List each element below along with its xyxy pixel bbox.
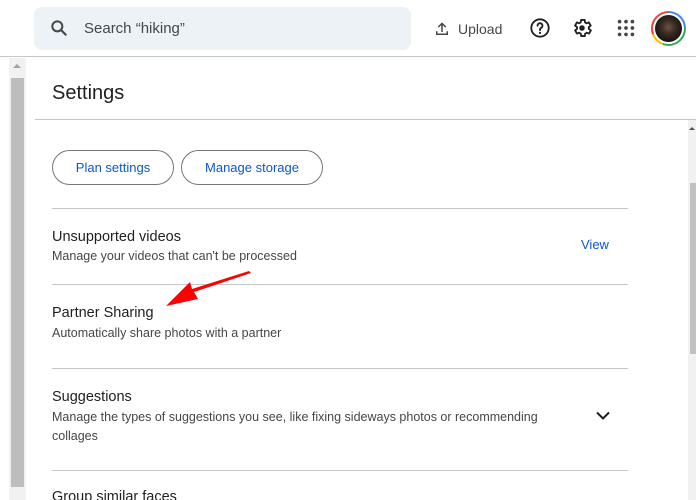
divider [52,368,628,369]
upload-button[interactable]: Upload [433,18,502,40]
partner-sharing-title[interactable]: Partner Sharing [52,305,154,321]
settings-gear-icon[interactable] [571,17,593,39]
scrollbar-thumb[interactable] [11,78,24,487]
upload-icon [436,22,448,35]
search-input[interactable]: Search “hiking” [84,20,185,37]
apps-grid-icon[interactable] [615,17,637,39]
scrollbar-thumb[interactable] [690,183,696,354]
upload-label: Upload [458,21,503,37]
red-annotation-arrow [166,271,251,306]
unsupported-videos-title: Unsupported videos [52,229,181,245]
page-title: Settings [52,82,125,104]
unsupported-videos-description: Manage your videos that can't be process… [52,249,297,263]
suggestions-description: Manage the types of suggestions you see,… [52,410,538,443]
search-bar[interactable]: Search “hiking” [34,7,411,50]
panel-scrollbar[interactable] [688,120,696,500]
account-avatar[interactable] [651,11,686,46]
partner-sharing-description: Automatically share photos with a partne… [52,326,282,340]
group-similar-faces-title: Group similar faces [52,489,177,500]
divider [52,470,628,471]
avatar-photo [655,15,682,42]
scroll-up-arrow-icon[interactable] [689,127,695,130]
divider [52,208,628,209]
help-icon[interactable] [529,17,551,39]
scroll-up-arrow-icon[interactable] [13,64,21,68]
manage-storage-button[interactable]: Manage storage [181,150,323,185]
chevron-down-icon[interactable] [593,407,613,425]
suggestions-title: Suggestions [52,389,132,405]
divider [52,284,628,285]
view-unsupported-videos-link[interactable]: View [581,237,609,252]
top-bar: Search “hiking” Upload [0,0,696,57]
left-scrollbar[interactable] [9,58,26,500]
search-icon[interactable] [49,18,69,38]
plan-settings-button[interactable]: Plan settings [52,150,174,185]
divider [35,119,696,120]
